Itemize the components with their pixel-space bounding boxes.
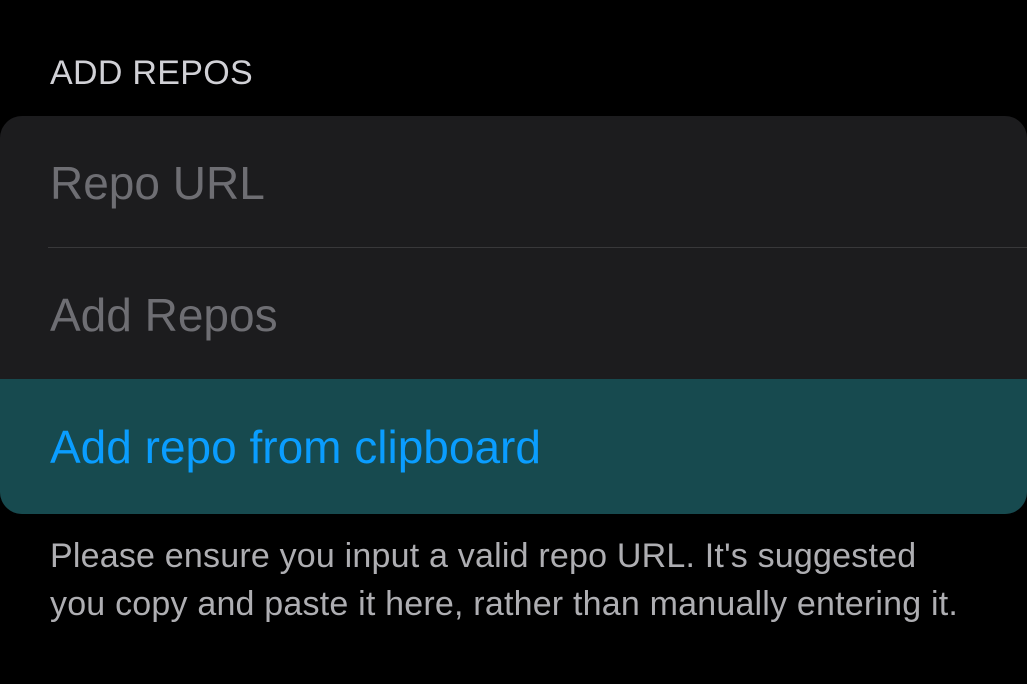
footer-note: Please ensure you input a valid repo URL…	[50, 537, 959, 623]
add-repos-screen: ADD REPOS Repo URL Add Repos Add repo fr…	[0, 0, 1027, 684]
repo-url-input[interactable]: Repo URL	[0, 116, 1027, 247]
section-header: ADD REPOS	[50, 54, 253, 92]
add-repos-button[interactable]: Add Repos	[0, 248, 1027, 379]
add-from-clipboard-button[interactable]: Add repo from clipboard	[0, 379, 1027, 514]
add-from-clipboard-label: Add repo from clipboard	[50, 421, 541, 473]
add-repos-label: Add Repos	[50, 289, 278, 341]
repo-url-placeholder: Repo URL	[50, 157, 265, 209]
add-repos-group: Repo URL Add Repos Add repo from clipboa…	[0, 116, 1027, 514]
